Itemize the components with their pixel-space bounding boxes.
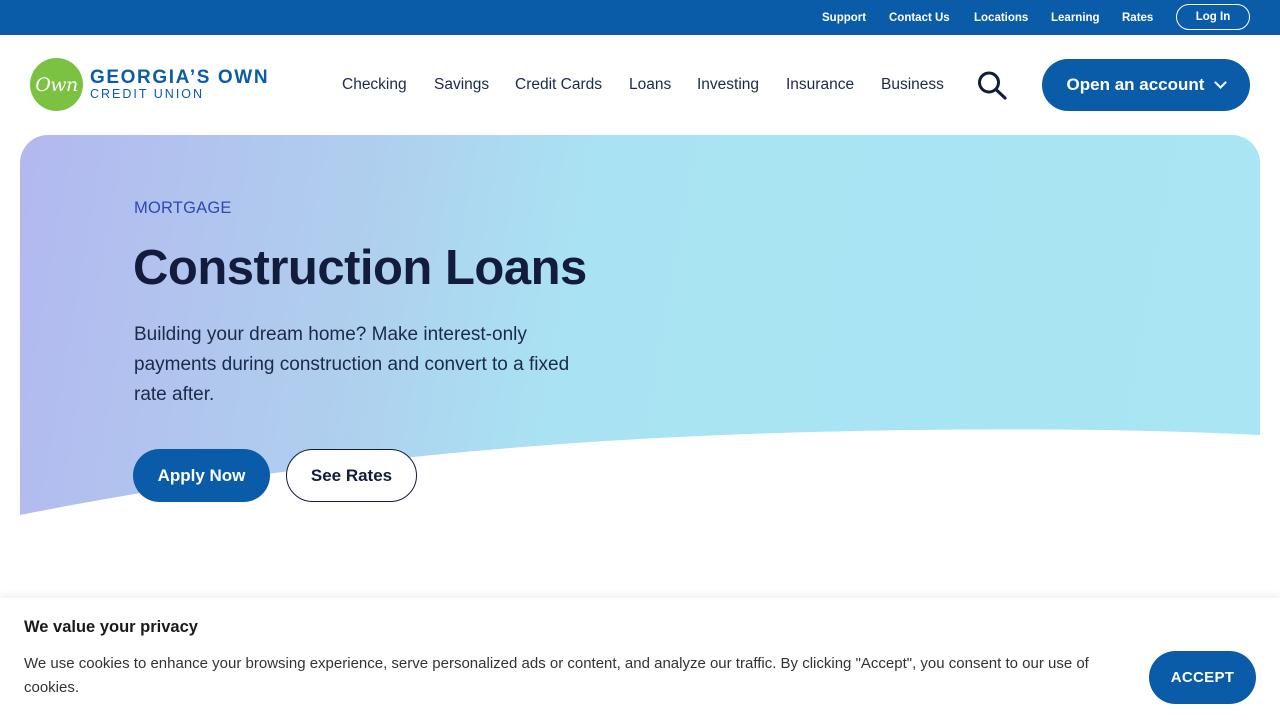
logo-badge-text: Own — [35, 73, 78, 96]
nav-item-credit-cards[interactable]: Credit Cards — [515, 76, 602, 94]
hero-description: Building your dream home? Make interest-… — [134, 324, 570, 405]
nav-item-savings[interactable]: Savings — [434, 76, 489, 94]
nav-item-investing[interactable]: Investing — [697, 76, 759, 94]
utility-bar: Support Contact Us Locations Learning Ra… — [0, 0, 1280, 35]
logo-badge: Own — [30, 58, 83, 111]
utility-link-contact-us[interactable]: Contact Us — [889, 12, 950, 24]
utility-link-support[interactable]: Support — [822, 12, 866, 24]
page-title: Construction Loans — [133, 241, 587, 295]
apply-now-button[interactable]: Apply Now — [133, 449, 270, 502]
open-account-label: Open an account — [1066, 75, 1205, 94]
utility-link-rates[interactable]: Rates — [1122, 12, 1153, 24]
logo-name-line1: GEORGIA’S OWN — [90, 67, 270, 88]
utility-link-learning[interactable]: Learning — [1051, 12, 1100, 24]
see-rates-button[interactable]: See Rates — [286, 449, 417, 502]
accept-cookies-button[interactable]: ACCEPT — [1149, 651, 1256, 704]
site-logo[interactable]: Own GEORGIA’S OWN CREDIT UNION — [30, 58, 280, 112]
open-account-button[interactable]: Open an account — [1042, 59, 1250, 111]
nav-item-insurance[interactable]: Insurance — [786, 76, 854, 94]
cookie-banner-title: We value your privacy — [24, 618, 198, 636]
search-icon — [978, 71, 1007, 100]
cookie-banner-text: We use cookies to enhance your browsing … — [24, 655, 1089, 696]
chevron-down-icon — [1214, 76, 1228, 89]
nav-item-loans[interactable]: Loans — [629, 76, 671, 94]
logo-name-line2: CREDIT UNION — [90, 87, 205, 101]
hero-eyebrow: MORTGAGE — [134, 199, 232, 217]
login-button[interactable]: Log In — [1176, 4, 1250, 30]
nav-item-business[interactable]: Business — [881, 76, 944, 94]
search-button[interactable] — [976, 70, 1008, 100]
cookie-banner: We value your privacy We use cookies to … — [0, 598, 1280, 720]
nav-item-checking[interactable]: Checking — [342, 76, 407, 94]
utility-link-locations[interactable]: Locations — [974, 12, 1028, 24]
